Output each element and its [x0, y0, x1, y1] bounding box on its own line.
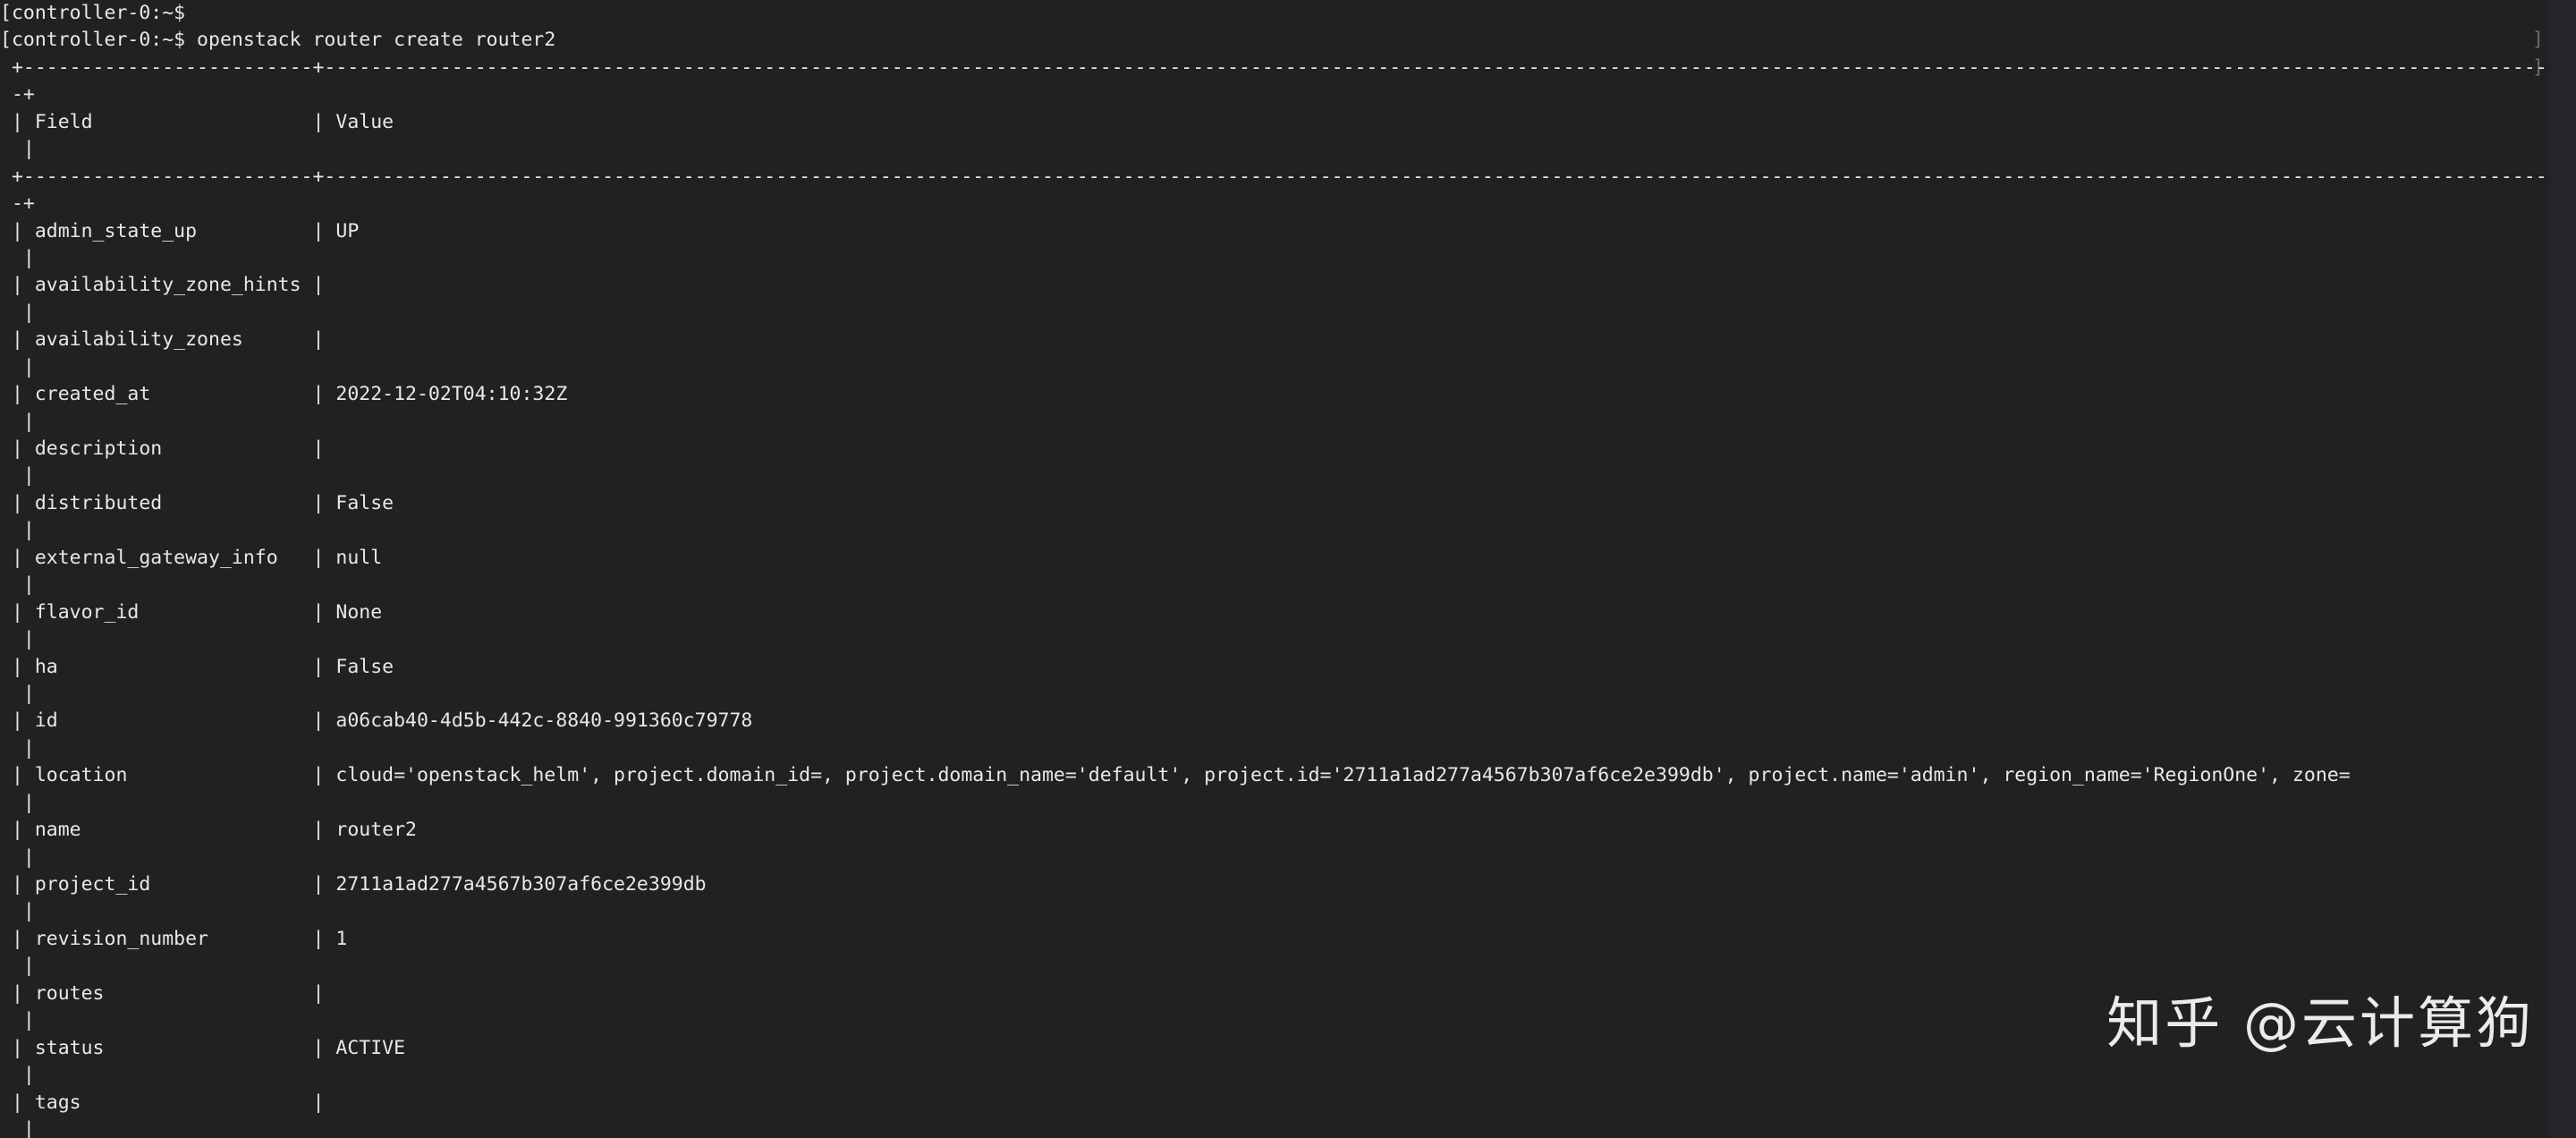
terminal-line: | distributed | False	[0, 490, 2576, 517]
terminal-line: | location | cloud='openstack_helm', pro…	[0, 762, 2576, 789]
terminal-output-line: |	[0, 519, 35, 542]
terminal-window[interactable]: [controller-0:~$] [controller-0:~$ openst…	[0, 0, 2576, 1138]
terminal-line: | Field | Value	[0, 109, 2576, 136]
terminal-output-line: |	[0, 791, 35, 814]
terminal-output-line: | revision_number | 1	[0, 927, 348, 950]
terminal-line: | tags |	[0, 1090, 2576, 1117]
terminal-output-line: |	[0, 246, 35, 269]
terminal-output-line: | tags |	[0, 1091, 325, 1114]
zhihu-watermark: 知乎 @云计算狗	[2106, 990, 2534, 1056]
terminal-line: [controller-0:~$ openstack router create…	[0, 27, 2576, 78]
terminal-line: |	[0, 1117, 2576, 1138]
terminal-line: |	[0, 681, 2576, 708]
terminal-output-line: +-------------------------+-------------…	[11, 55, 2576, 79]
terminal-line: | ha | False	[0, 654, 2576, 681]
terminal-output-line: | ha | False	[0, 655, 394, 678]
terminal-line: | created_at | 2022-12-02T04:10:32Z	[0, 381, 2576, 408]
terminal-output-line: | availability_zone_hints |	[0, 274, 325, 297]
terminal-line: | revision_number | 1	[0, 926, 2576, 953]
terminal-line: | name | router2	[0, 817, 2576, 844]
terminal-line: | description |	[0, 436, 2576, 463]
terminal-output-line: | location | cloud='openstack_helm', pro…	[0, 764, 2351, 787]
terminal-line: | availability_zones |	[0, 327, 2576, 353]
terminal-line: |	[0, 572, 2576, 599]
terminal-output-line: | Field | Value	[0, 110, 394, 133]
terminal-output-line: |	[0, 900, 35, 923]
terminal-line: | project_id | 2711a1ad277a4567b307af6ce…	[0, 871, 2576, 898]
terminal-line: |	[0, 953, 2576, 980]
terminal-line: +-------------------------+-------------…	[0, 164, 2576, 191]
terminal-line: |	[0, 354, 2576, 381]
terminal-line: | flavor_id | None	[0, 599, 2576, 626]
terminal-output-line: |	[0, 464, 35, 488]
terminal-output-line: |	[0, 1064, 35, 1087]
terminal-output-line: |	[0, 410, 35, 433]
terminal-line: |	[0, 626, 2576, 653]
terminal-output-line: | distributed | False	[0, 491, 394, 514]
terminal-output-line: | description |	[0, 437, 325, 460]
terminal-output-line: | availability_zones |	[0, 328, 325, 352]
terminal-output-line: |	[0, 628, 35, 651]
terminal-output-line: |	[0, 1117, 35, 1138]
terminal-line: |	[0, 409, 2576, 436]
terminal-line: |	[0, 463, 2576, 489]
terminal-output-line: |	[0, 955, 35, 978]
terminal-line: | admin_state_up | UP	[0, 218, 2576, 245]
terminal-line: [controller-0:~$]	[0, 0, 2576, 51]
terminal-line: |	[0, 845, 2576, 871]
terminal-output-line: -+	[0, 192, 35, 216]
terminal-line: |	[0, 517, 2576, 544]
terminal-output-line: |	[0, 301, 35, 324]
terminal-output-line: | name | router2	[0, 819, 417, 842]
terminal-output-line: | flavor_id | None	[0, 600, 383, 624]
terminal-output-line: | admin_state_up | UP	[0, 219, 360, 242]
terminal-line: |	[0, 790, 2576, 817]
terminal-line: |	[0, 300, 2576, 327]
terminal-line: -+	[0, 191, 2576, 217]
terminal-line: +-------------------------+-------------…	[0, 55, 2576, 81]
terminal-output-line: +-------------------------+-------------…	[11, 165, 2576, 188]
terminal-line: |	[0, 1062, 2576, 1089]
terminal-output-line: | created_at | 2022-12-02T04:10:32Z	[0, 383, 568, 406]
terminal-line: |	[0, 245, 2576, 272]
terminal-line: | availability_zone_hints |	[0, 272, 2576, 299]
terminal-output-line: |	[0, 573, 35, 597]
terminal-prompt-line: [controller-0:~$	[0, 2, 186, 24]
terminal-line: |	[0, 735, 2576, 762]
terminal-output-line: | id | a06cab40-4d5b-442c-8840-991360c79…	[0, 709, 753, 733]
terminal-line: |	[0, 136, 2576, 163]
terminal-output-line: |	[0, 736, 35, 760]
terminal-output-line: -+	[0, 83, 35, 106]
terminal-output-line: |	[0, 682, 35, 705]
terminal-output-line: |	[0, 355, 35, 378]
terminal-line: |	[0, 898, 2576, 925]
terminal-output-area[interactable]: [controller-0:~$] [controller-0:~$ openst…	[0, 0, 2576, 1138]
terminal-output-line: |	[0, 845, 35, 869]
terminal-line: -+	[0, 81, 2576, 108]
terminal-prompt-line: [controller-0:~$ openstack router create…	[0, 29, 556, 52]
terminal-line: | id | a06cab40-4d5b-442c-8840-991360c79…	[0, 708, 2576, 735]
terminal-output-line: |	[0, 138, 35, 161]
terminal-right-gutter	[2549, 0, 2576, 1138]
terminal-line: | external_gateway_info | null	[0, 545, 2576, 572]
terminal-output-line: | project_id | 2711a1ad277a4567b307af6ce…	[0, 873, 707, 896]
terminal-output-line: | external_gateway_info | null	[0, 546, 383, 569]
